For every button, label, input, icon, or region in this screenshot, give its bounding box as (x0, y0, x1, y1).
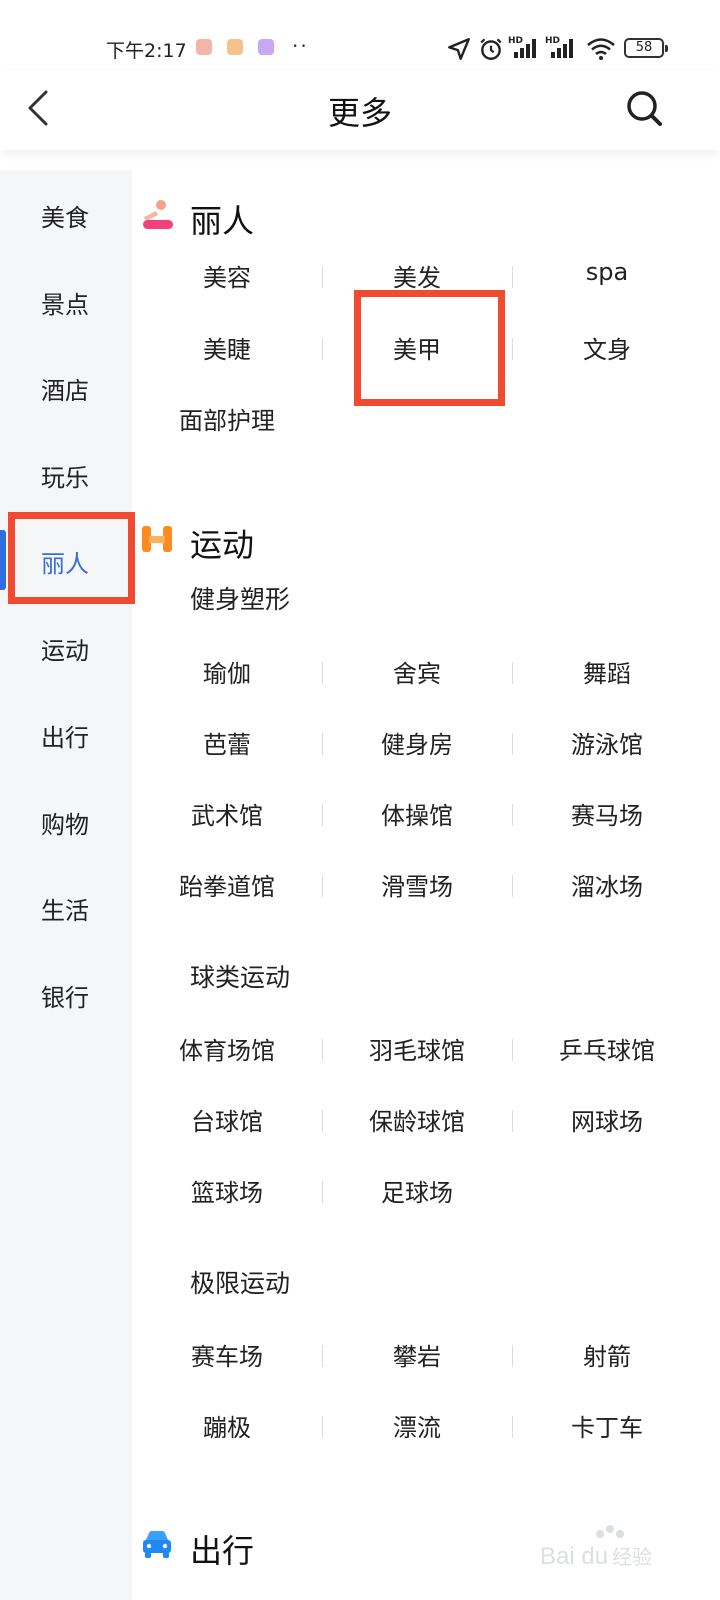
category-item[interactable]: 体操馆 (322, 796, 512, 831)
section-title: 出行 (190, 1532, 255, 1570)
category-item[interactable]: 攀岩 (322, 1337, 512, 1372)
sidebar-item-bank[interactable]: 银行 (0, 964, 132, 1024)
category-item[interactable]: 游泳馆 (512, 725, 702, 760)
highlight-box-sidebar (8, 512, 135, 604)
search-button[interactable] (622, 86, 666, 130)
category-item[interactable]: 美发 (322, 258, 512, 293)
category-item[interactable]: 保龄球馆 (322, 1102, 512, 1137)
subsection-title: 球类运动 (190, 963, 291, 992)
notification-app-icon (196, 39, 212, 55)
sidebar-item-label: 景点 (41, 291, 89, 319)
category-item[interactable]: 卡丁车 (512, 1408, 702, 1443)
search-icon (627, 91, 662, 126)
category-item[interactable]: 网球场 (512, 1102, 702, 1137)
grid-row: 美容 美发 spa (132, 258, 702, 298)
category-item[interactable]: 羽毛球馆 (322, 1031, 512, 1066)
category-item[interactable]: 武术馆 (132, 796, 322, 831)
category-item[interactable]: 台球馆 (132, 1102, 322, 1137)
notification-app-icon (227, 39, 243, 55)
category-item[interactable]: 乒乓球馆 (512, 1031, 702, 1066)
category-item[interactable]: 舍宾 (322, 654, 512, 689)
sidebar-item-label: 生活 (41, 897, 89, 925)
category-sidebar: 美食 景点 酒店 玩乐 丽人 运动 出行 购物 生活 银行 (0, 170, 132, 1600)
svg-text:HD: HD (508, 36, 523, 46)
category-item[interactable]: 射箭 (512, 1337, 702, 1372)
category-item[interactable]: 滑雪场 (322, 867, 512, 902)
active-indicator (0, 530, 6, 590)
wifi-icon (587, 38, 615, 60)
category-item[interactable]: 溜冰场 (512, 867, 702, 902)
svg-text:HD: HD (545, 36, 560, 46)
category-item[interactable]: 舞蹈 (512, 654, 702, 689)
category-item[interactable]: 瑜伽 (132, 654, 322, 689)
sidebar-item-travel[interactable]: 出行 (0, 704, 132, 764)
grid-row: 瑜伽 舍宾 舞蹈 (132, 654, 702, 694)
alarm-icon (480, 38, 502, 60)
sidebar-item-label: 玩乐 (41, 464, 89, 492)
grid-row: 赛车场 攀岩 射箭 (132, 1337, 702, 1377)
grid-row: 蹦极 漂流 卡丁车 (132, 1408, 702, 1448)
page-title: 更多 (327, 94, 392, 132)
category-content: 丽人 美容 美发 spa 美睫 美甲 文身 面部护理 运动 健身塑形 瑜伽 舍宾… (132, 170, 720, 1600)
category-item-manicure[interactable]: 美甲 (322, 330, 512, 365)
category-item[interactable]: spa (512, 258, 702, 286)
category-item[interactable]: 赛马场 (512, 796, 702, 831)
baidu-watermark-logo: Bai du 经验 (540, 1525, 652, 1570)
grid-row: 美睫 美甲 文身 (132, 330, 702, 370)
grid-row: 芭蕾 健身房 游泳馆 (132, 725, 702, 765)
subsection-title: 健身塑形 (190, 585, 291, 614)
subsection-title: 极限运动 (190, 1269, 291, 1298)
svg-text:经验: 经验 (612, 1545, 652, 1569)
status-bar: 下午2:17 ·· HD HD 58 (0, 0, 720, 70)
section-title: 丽人 (190, 202, 255, 240)
grid-row: 体育场馆 羽毛球馆 乒乓球馆 (132, 1031, 702, 1071)
category-item[interactable]: 篮球场 (132, 1173, 322, 1208)
location-icon (448, 38, 470, 60)
sidebar-item-attractions[interactable]: 景点 (0, 271, 132, 331)
battery-icon: 58 (624, 38, 668, 58)
sidebar-item-sports[interactable]: 运动 (0, 617, 132, 677)
category-item[interactable]: 健身房 (322, 725, 512, 760)
sidebar-item-life[interactable]: 生活 (0, 877, 132, 937)
grid-row: 面部护理 (132, 401, 702, 441)
category-item[interactable]: 蹦极 (132, 1408, 322, 1443)
more-notifications-icon: ·· (292, 34, 309, 58)
hd-signal-icon: HD (508, 36, 536, 58)
sidebar-item-hotels[interactable]: 酒店 (0, 357, 132, 417)
sidebar-item-shopping[interactable]: 购物 (0, 791, 132, 851)
sidebar-item-label: 购物 (41, 811, 89, 839)
sidebar-item-label: 运动 (41, 637, 89, 665)
category-item[interactable]: 美容 (132, 258, 322, 293)
grid-row: 跆拳道馆 滑雪场 溜冰场 (132, 867, 702, 907)
sidebar-item-label: 出行 (41, 724, 89, 752)
svg-text:Bai du: Bai du (540, 1543, 608, 1570)
section-title: 运动 (190, 526, 255, 564)
sidebar-item-label: 银行 (41, 984, 89, 1012)
category-item[interactable]: 跆拳道馆 (132, 867, 322, 902)
category-item[interactable]: 赛车场 (132, 1337, 322, 1372)
sidebar-item-entertainment[interactable]: 玩乐 (0, 444, 132, 504)
category-item[interactable]: 足球场 (322, 1173, 512, 1208)
top-nav-bar: 更多 (0, 70, 720, 150)
sidebar-item-food[interactable]: 美食 (0, 184, 132, 244)
sidebar-item-label: 美食 (41, 204, 89, 232)
sidebar-item-label: 酒店 (41, 377, 89, 405)
category-item[interactable]: 面部护理 (132, 401, 322, 436)
category-item[interactable]: 漂流 (322, 1408, 512, 1443)
battery-level: 58 (635, 40, 653, 55)
grid-row: 武术馆 体操馆 赛马场 (132, 796, 702, 836)
category-item[interactable]: 文身 (512, 330, 702, 365)
grid-row: 篮球场 足球场 (132, 1173, 702, 1213)
status-time: 下午2:17 (106, 40, 187, 62)
hd-signal-icon: HD (545, 36, 573, 58)
category-item[interactable]: 体育场馆 (132, 1031, 322, 1066)
category-item[interactable]: 美睫 (132, 330, 322, 365)
beauty-icon (143, 200, 173, 229)
sports-icon (142, 526, 172, 552)
grid-row: 台球馆 保龄球馆 网球场 (132, 1102, 702, 1142)
notification-app-icon (258, 39, 274, 55)
car-icon (143, 1531, 171, 1558)
category-item[interactable]: 芭蕾 (132, 725, 322, 760)
